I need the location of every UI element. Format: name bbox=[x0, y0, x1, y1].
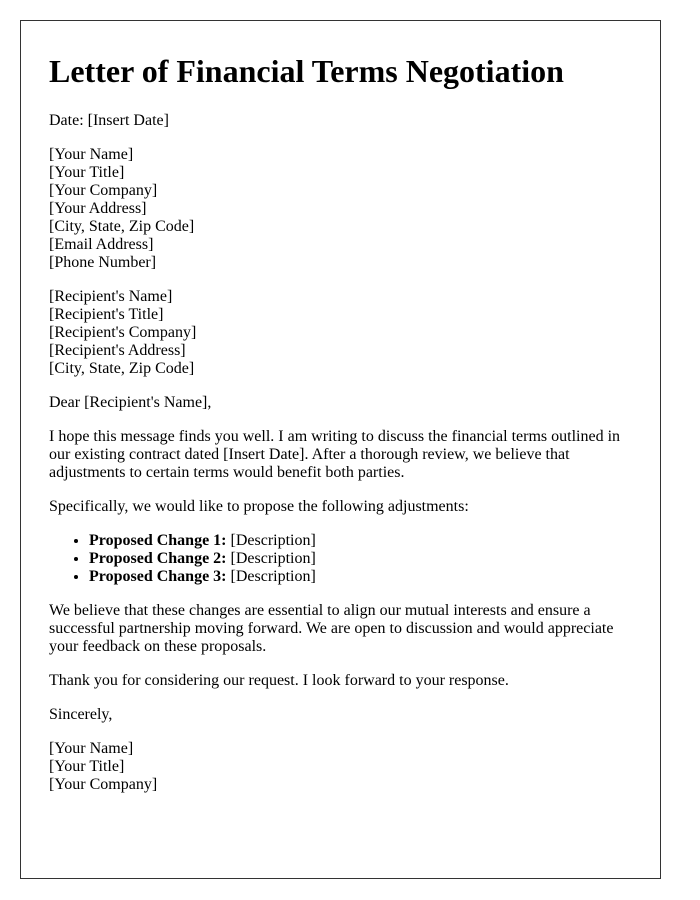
change-text: [Description] bbox=[226, 550, 316, 567]
signature-block: [Your Name] [Your Title] [Your Company] bbox=[49, 740, 640, 794]
recipient-title: [Recipient's Title] bbox=[49, 306, 164, 323]
recipient-block: [Recipient's Name] [Recipient's Title] [… bbox=[49, 288, 640, 378]
change-label: Proposed Change 3: bbox=[89, 568, 227, 585]
change-item: Proposed Change 1: [Description] bbox=[89, 532, 640, 550]
signature-company: [Your Company] bbox=[49, 776, 158, 793]
letter-body: Date: [Insert Date] [Your Name] [Your Ti… bbox=[49, 112, 640, 794]
change-label: Proposed Change 1: bbox=[89, 532, 227, 549]
sender-block: [Your Name] [Your Title] [Your Company] … bbox=[49, 146, 640, 272]
changes-list: Proposed Change 1: [Description] Propose… bbox=[49, 532, 640, 586]
lead-in-paragraph: Specifically, we would like to propose t… bbox=[49, 498, 469, 515]
sender-name: [Your Name] bbox=[49, 146, 134, 163]
salutation: Dear [Recipient's Name], bbox=[49, 394, 212, 411]
letter: Letter of Financial Terms Negotiation Da… bbox=[20, 20, 661, 879]
recipient-address: [Recipient's Address] bbox=[49, 342, 186, 359]
sender-company: [Your Company] bbox=[49, 182, 158, 199]
change-text: [Description] bbox=[226, 568, 316, 585]
intro-paragraph: I hope this message finds you well. I am… bbox=[49, 428, 621, 481]
date-line: Date: [Insert Date] bbox=[49, 112, 169, 129]
change-label: Proposed Change 2: bbox=[89, 550, 227, 567]
body-paragraph: We believe that these changes are essent… bbox=[49, 602, 614, 655]
thanks-paragraph: Thank you for considering our request. I… bbox=[49, 672, 509, 689]
change-text: [Description] bbox=[226, 532, 316, 549]
signature-name: [Your Name] bbox=[49, 740, 134, 757]
recipient-city: [City, State, Zip Code] bbox=[49, 360, 195, 377]
change-item: Proposed Change 3: [Description] bbox=[89, 568, 640, 586]
letter-title: Letter of Financial Terms Negotiation bbox=[49, 53, 564, 89]
sender-address: [Your Address] bbox=[49, 200, 147, 217]
closing: Sincerely, bbox=[49, 706, 113, 723]
recipient-name: [Recipient's Name] bbox=[49, 288, 173, 305]
sender-title: [Your Title] bbox=[49, 164, 125, 181]
sender-phone: [Phone Number] bbox=[49, 254, 157, 271]
sender-email: [Email Address] bbox=[49, 236, 154, 253]
sender-city: [City, State, Zip Code] bbox=[49, 218, 195, 235]
recipient-company: [Recipient's Company] bbox=[49, 324, 197, 341]
change-item: Proposed Change 2: [Description] bbox=[89, 550, 640, 568]
signature-title: [Your Title] bbox=[49, 758, 125, 775]
